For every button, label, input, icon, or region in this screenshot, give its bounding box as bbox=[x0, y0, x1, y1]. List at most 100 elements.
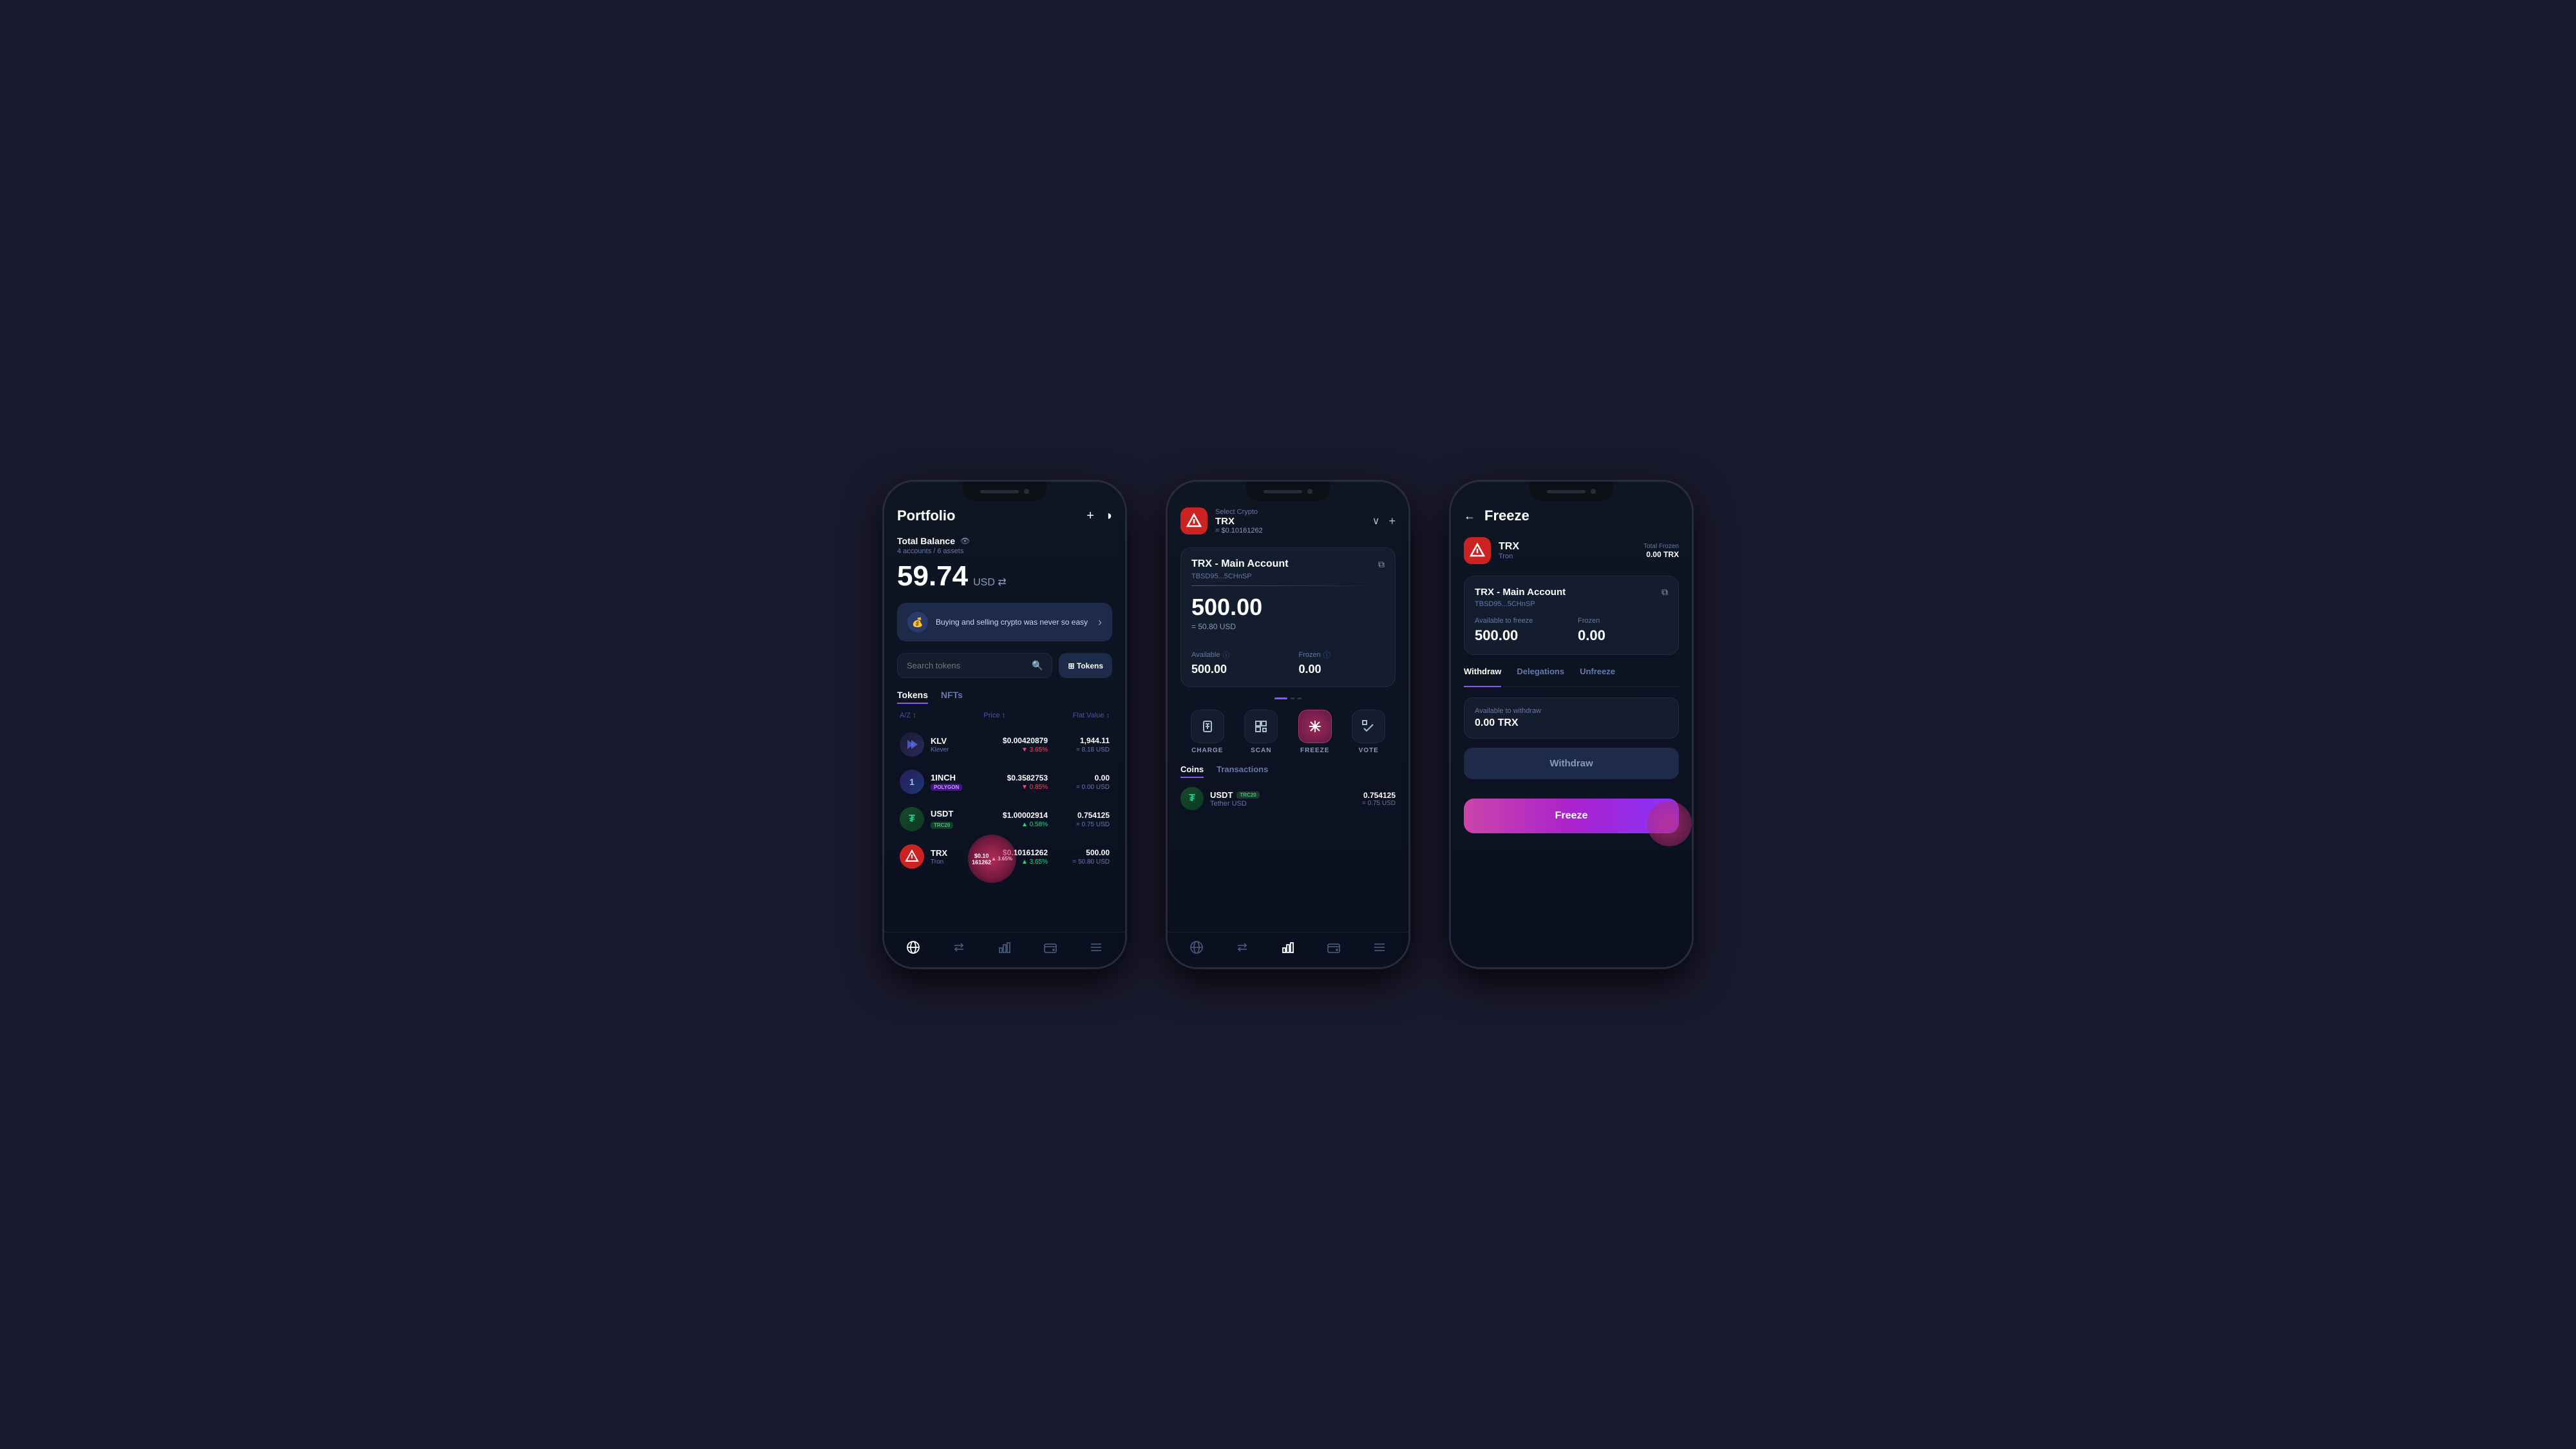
stat-available: Available ⓘ 500.00 bbox=[1191, 650, 1289, 676]
trx-svg bbox=[905, 849, 919, 864]
nav2-chart[interactable] bbox=[1281, 940, 1295, 954]
tokens-button[interactable]: ⊞ Tokens bbox=[1059, 653, 1112, 678]
klv-info: KLV Klever bbox=[931, 736, 1003, 753]
nav2-swap[interactable] bbox=[1235, 940, 1249, 954]
account-name: TRX - Main Account bbox=[1191, 558, 1289, 570]
globe-icon bbox=[906, 940, 920, 954]
nav-portfolio[interactable] bbox=[906, 940, 920, 954]
info-icon: ⓘ bbox=[1222, 650, 1229, 660]
menu-icon-2 bbox=[1372, 940, 1387, 954]
freeze-icon-wrap bbox=[1298, 710, 1332, 743]
notch-bar-3 bbox=[1547, 490, 1586, 493]
usdt-price-col: $1.00002914 ▲ 0.58% bbox=[1003, 811, 1048, 828]
tab-coins[interactable]: Coins bbox=[1180, 764, 1204, 778]
freeze-token-row: TRX Tron Total Frozen 0.00 TRX bbox=[1464, 537, 1679, 564]
token-row-1inch[interactable]: 1 1INCH POLYGON $0.3582753 ▼ 0.85% 0.00 … bbox=[897, 763, 1112, 800]
copy-icon[interactable]: ⧉ bbox=[1378, 559, 1385, 570]
table-header: A/Z ↕ Price ↕ Flat Value ↕ bbox=[897, 712, 1112, 719]
1inch-icon: 1 bbox=[900, 770, 924, 794]
add-account-icon[interactable]: + bbox=[1388, 515, 1396, 528]
1inch-symbol: 1INCH bbox=[931, 773, 1007, 782]
freeze-token-icon bbox=[1464, 537, 1491, 564]
usdt-coin-name: USDT bbox=[1210, 790, 1233, 800]
dot-2 bbox=[1291, 697, 1294, 699]
charge-label: CHARGE bbox=[1191, 747, 1223, 754]
charge-btn[interactable]: CHARGE bbox=[1180, 710, 1235, 754]
freeze-tabs: Withdraw Delegations Unfreeze bbox=[1464, 667, 1679, 687]
coin-row-usdt[interactable]: ₮ USDT TRC20 Tether USD 0.754125 = 0.75 … bbox=[1180, 787, 1396, 810]
charge-icon bbox=[1200, 719, 1215, 734]
token-row-trx[interactable]: TRX Tron $0.10161262 ▲ 3.65% 500.00 = 50… bbox=[897, 838, 1112, 875]
swap-icon bbox=[952, 940, 966, 954]
freeze-action-btn[interactable]: FREEZE bbox=[1288, 710, 1342, 754]
phone-1-notch bbox=[963, 482, 1046, 501]
stat-frozen-label: Frozen ⓘ bbox=[1299, 650, 1385, 660]
1inch-badge: POLYGON bbox=[931, 784, 962, 791]
tab-transactions[interactable]: Transactions bbox=[1217, 764, 1268, 778]
freeze-copy-icon[interactable]: ⧉ bbox=[1662, 587, 1668, 598]
pie-chart-icon[interactable]: ◑ bbox=[1104, 509, 1112, 524]
stat-frozen: Frozen ⓘ 0.00 bbox=[1289, 650, 1385, 676]
portfolio-tabs: Tokens NFTs bbox=[897, 690, 1112, 704]
nav-wallet[interactable] bbox=[1043, 940, 1057, 954]
chevron-down-icon[interactable]: ∨ bbox=[1372, 515, 1380, 527]
freeze-total-value: 0.00 TRX bbox=[1643, 550, 1679, 559]
balance-number: 59.74 bbox=[897, 560, 968, 592]
freeze-title: Freeze bbox=[1484, 507, 1530, 524]
balance-label: Total Balance bbox=[897, 536, 955, 546]
trx-usd: = 50.80 USD bbox=[1058, 858, 1110, 866]
freeze-account-address: TBSD95...5CHnSP bbox=[1475, 600, 1668, 608]
withdraw-label: Available to withdraw bbox=[1475, 707, 1668, 715]
action-buttons: CHARGE SCAN bbox=[1180, 710, 1396, 754]
tokens-btn-label: ⊞ Tokens bbox=[1068, 661, 1103, 670]
scan-btn[interactable]: SCAN bbox=[1235, 710, 1289, 754]
klv-amount: 1,944.11 bbox=[1058, 736, 1110, 745]
tab-withdraw[interactable]: Withdraw bbox=[1464, 667, 1501, 687]
add-icon[interactable]: + bbox=[1086, 509, 1094, 524]
tab-unfreeze[interactable]: Unfreeze bbox=[1580, 667, 1615, 680]
trx-bubble: $0.10161262▲ 3.65% bbox=[968, 835, 1016, 883]
scan-label: SCAN bbox=[1251, 747, 1271, 754]
tab-tokens[interactable]: Tokens bbox=[897, 690, 928, 704]
nav2-wallet[interactable] bbox=[1327, 940, 1341, 954]
account-card-header: TRX - Main Account ⧉ bbox=[1191, 558, 1385, 570]
swap-icon-2 bbox=[1235, 940, 1249, 954]
visibility-icon[interactable]: 👁 bbox=[960, 536, 970, 545]
freeze-token-sub: Tron bbox=[1499, 553, 1636, 560]
promo-banner[interactable]: 💰 Buying and selling crypto was never so… bbox=[897, 603, 1112, 641]
trx-logo-icon bbox=[1180, 507, 1208, 535]
coins-tabs: Coins Transactions bbox=[1180, 764, 1396, 778]
klv-svg bbox=[905, 737, 919, 752]
nav-chart[interactable] bbox=[998, 940, 1012, 954]
trx-value-col: 500.00 = 50.80 USD bbox=[1058, 848, 1110, 866]
vote-icon-wrap bbox=[1352, 710, 1385, 743]
freeze-btn-container: Freeze bbox=[1464, 799, 1679, 833]
usdt-badge: TRC20 bbox=[931, 822, 953, 829]
wallet-icon-2 bbox=[1327, 940, 1341, 954]
1inch-price-col: $0.3582753 ▼ 0.85% bbox=[1007, 773, 1048, 791]
balance-label-row: Total Balance 👁 bbox=[897, 536, 1112, 546]
freeze-total: Total Frozen 0.00 TRX bbox=[1643, 543, 1679, 559]
back-icon[interactable]: ← bbox=[1464, 509, 1475, 523]
crypto-price: = $0.10161262 bbox=[1215, 527, 1365, 535]
nav2-globe[interactable] bbox=[1189, 940, 1204, 954]
freeze-btn-bubble bbox=[1647, 801, 1692, 846]
search-tokens-row: 🔍 ⊞ Tokens bbox=[897, 653, 1112, 678]
phone-2-wrapper: Select Crypto TRX = $0.10161262 ∨ + TRX … bbox=[1166, 480, 1410, 969]
nav-menu[interactable] bbox=[1089, 940, 1103, 954]
nav-swap[interactable] bbox=[952, 940, 966, 954]
dot-3 bbox=[1298, 697, 1302, 699]
search-input-wrap[interactable]: 🔍 bbox=[897, 653, 1052, 678]
token-row-usdt[interactable]: ₮ USDT TRC20 $1.00002914 ▲ 0.58% 0.75412… bbox=[897, 800, 1112, 838]
withdraw-button[interactable]: Withdraw bbox=[1464, 748, 1679, 779]
token-row-klv[interactable]: KLV Klever $0.00420879 ▼ 3.65% 1,944.11 … bbox=[897, 726, 1112, 763]
stat-available-value: 500.00 bbox=[1191, 663, 1278, 676]
vote-btn[interactable]: VOTE bbox=[1342, 710, 1396, 754]
tab-nfts[interactable]: NFTs bbox=[941, 690, 963, 704]
1inch-amount: 0.00 bbox=[1058, 773, 1110, 782]
tab-delegations[interactable]: Delegations bbox=[1517, 667, 1564, 680]
notch-bar-1 bbox=[980, 490, 1019, 493]
nav2-menu[interactable] bbox=[1372, 940, 1387, 954]
snowflake-icon bbox=[1308, 719, 1322, 734]
search-input[interactable] bbox=[907, 661, 1027, 670]
